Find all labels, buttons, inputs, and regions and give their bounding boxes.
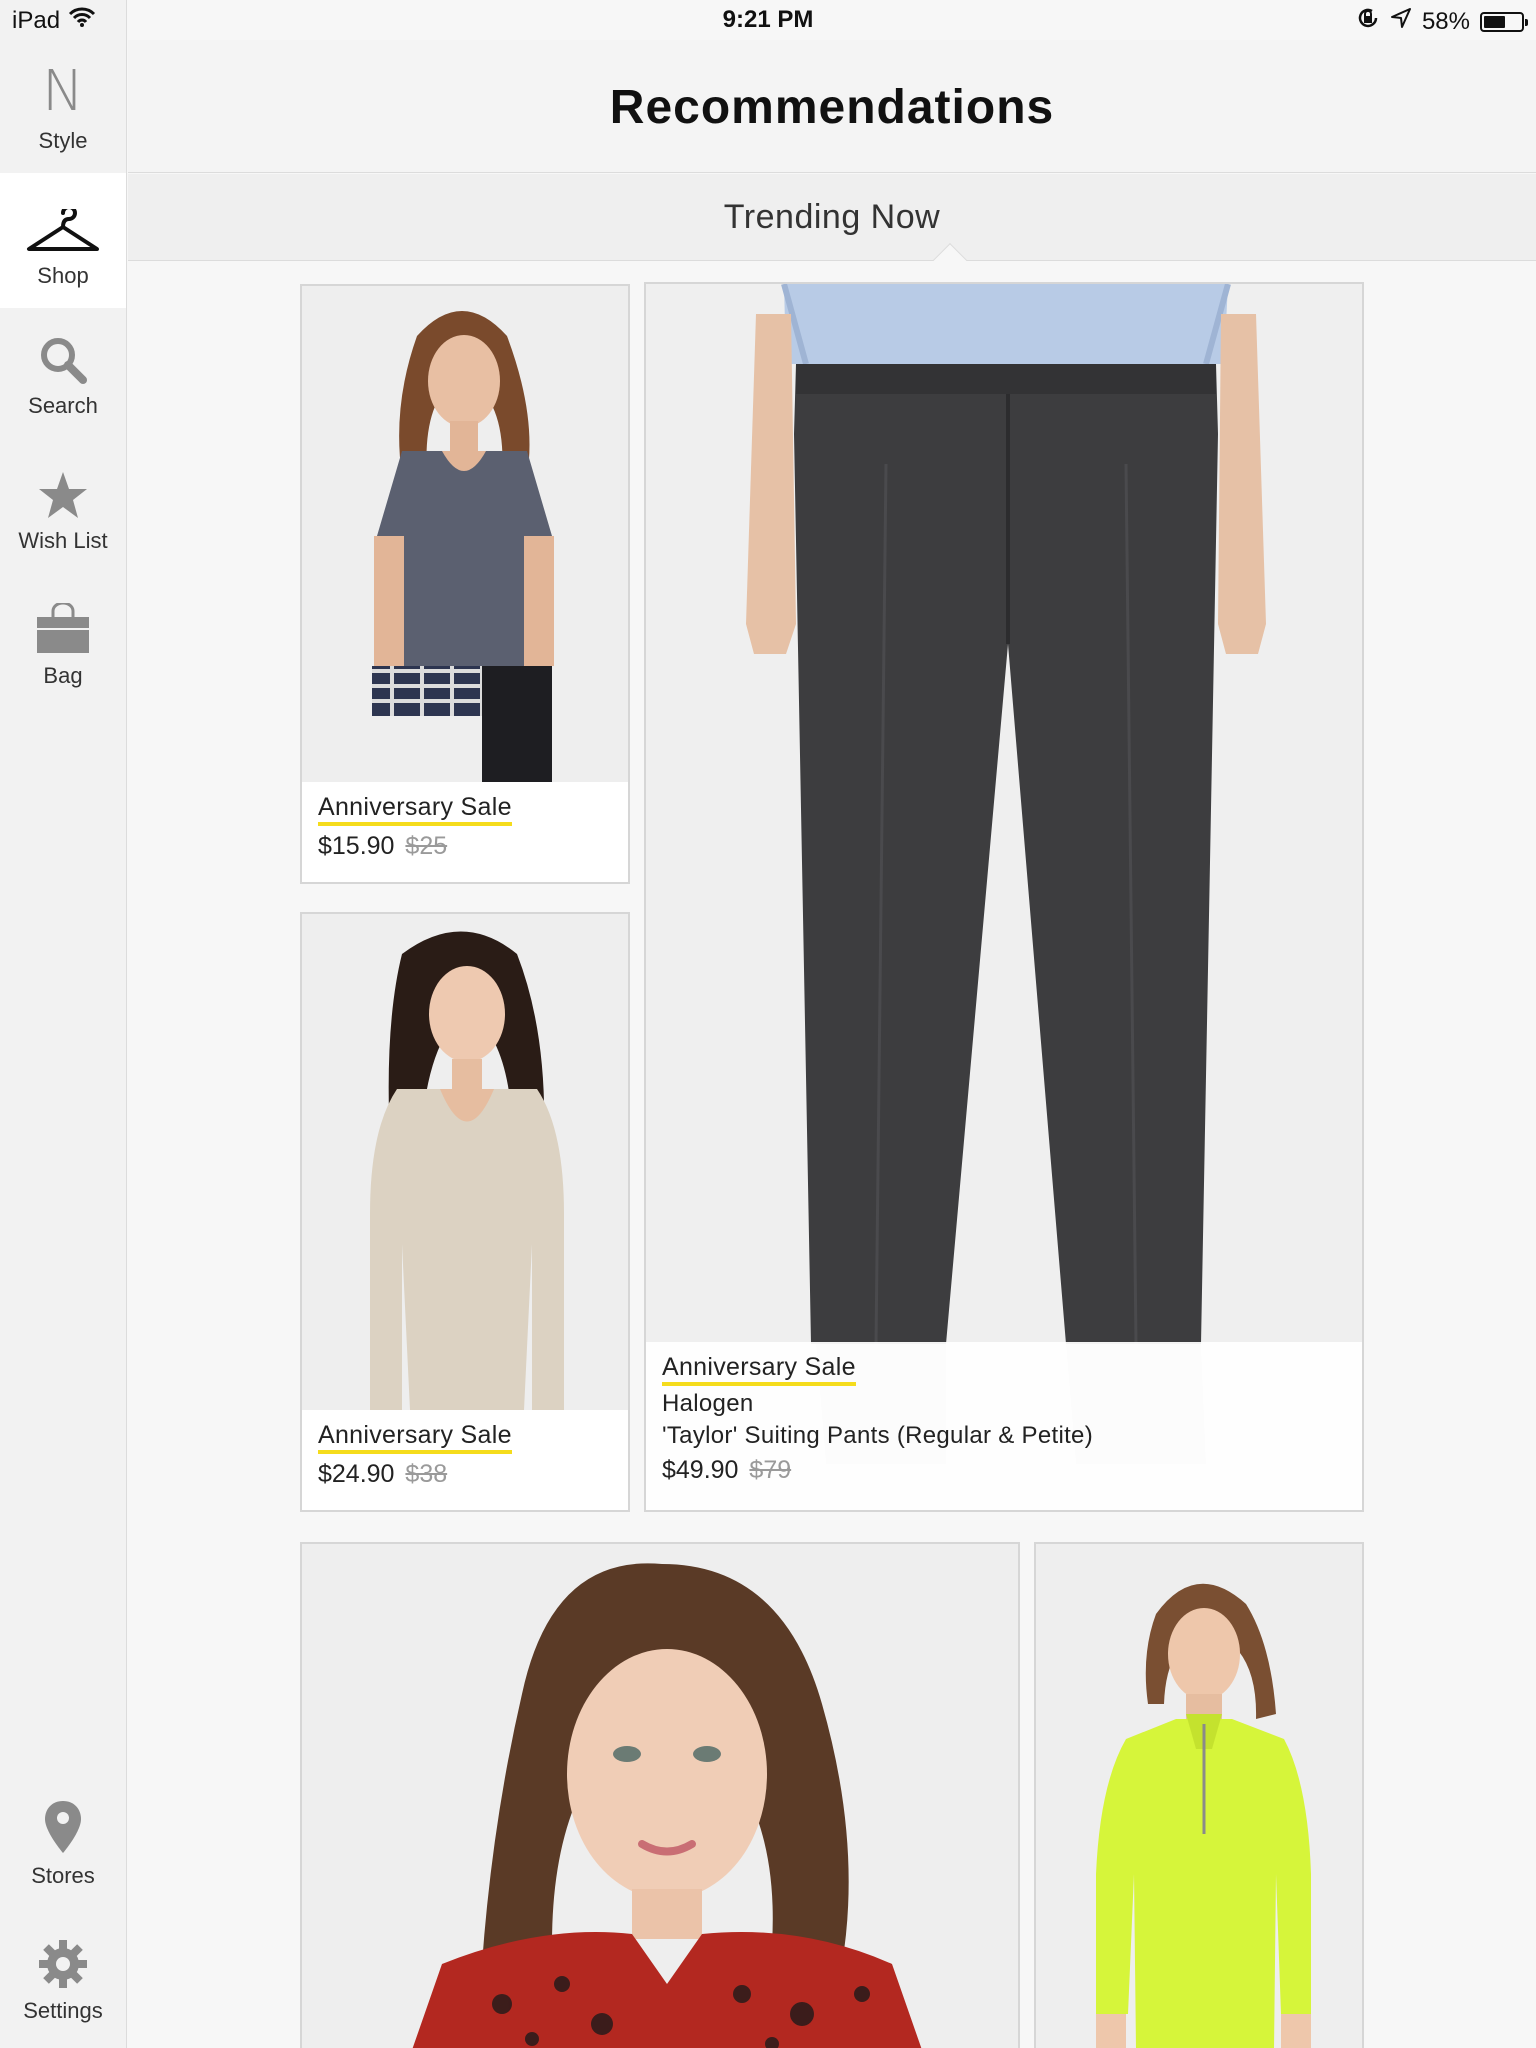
sidebar-item-bag[interactable]: Bag — [0, 595, 126, 707]
original-price: $38 — [405, 1460, 448, 1488]
product-brand: Halogen — [662, 1390, 754, 1417]
sidebar-item-search[interactable]: Search — [0, 325, 126, 437]
sidebar-item-settings[interactable]: Settings — [0, 1930, 126, 2042]
product-image — [646, 284, 1362, 1510]
sidebar-item-wish-list[interactable]: Wish List — [0, 460, 126, 572]
bag-icon — [35, 595, 91, 655]
sidebar-item-label: Bag — [43, 663, 83, 688]
product-image — [302, 914, 628, 1410]
status-bar: iPad 9:21 PM 58% — [0, 0, 1536, 40]
sidebar-item-label: Search — [28, 393, 98, 418]
product-card[interactable]: Anniversary Sale $15.90 $25 — [300, 284, 630, 884]
product-name: 'Taylor' Suiting Pants (Regular & Petite… — [662, 1422, 1093, 1449]
page-title: Recommendations — [609, 81, 1055, 134]
page-header: Recommendations — [128, 40, 1536, 173]
price: $15.90 $25 — [318, 832, 612, 861]
sidebar-item-stores[interactable]: Stores — [0, 1795, 126, 1907]
section-indicator — [933, 243, 967, 277]
location-arrow-icon — [1390, 7, 1412, 36]
product-card[interactable]: Anniversary Sale $24.90 $38 — [300, 912, 630, 1512]
hanger-icon — [26, 195, 100, 255]
product-info: Anniversary Sale Halogen 'Taylor' Suitin… — [646, 1342, 1362, 1510]
current-price: $49.90 — [662, 1456, 739, 1484]
sale-label: Anniversary Sale — [318, 1420, 512, 1454]
product-card[interactable] — [300, 1542, 1020, 2048]
product-image — [1036, 1544, 1362, 2048]
sidebar-item-style[interactable]: N Style — [0, 60, 126, 172]
product-card[interactable]: Anniversary Sale Halogen 'Taylor' Suitin… — [644, 282, 1364, 1512]
sidebar-item-shop[interactable]: Shop — [0, 173, 126, 308]
sidebar-item-label: Style — [38, 128, 88, 153]
sidebar-item-label: Stores — [31, 1863, 95, 1888]
current-price: $24.90 — [318, 1460, 395, 1488]
gear-icon — [37, 1930, 89, 1990]
sidebar-item-label: Settings — [23, 1998, 103, 2023]
section-title: Trending Now — [723, 198, 941, 236]
sidebar-nav: N Style Shop Search Wish List Bag Stores… — [0, 0, 127, 2048]
star-icon — [37, 460, 89, 520]
original-price: $79 — [749, 1456, 792, 1484]
nordstrom-n-icon: N — [42, 59, 84, 124]
sale-label: Anniversary Sale — [318, 792, 512, 826]
price: $24.90 $38 — [318, 1460, 612, 1489]
price: $49.90 $79 — [662, 1456, 1346, 1485]
sidebar-item-label: Shop — [37, 263, 89, 288]
map-pin-icon — [43, 1795, 83, 1855]
sale-label: Anniversary Sale — [662, 1352, 856, 1386]
product-card[interactable] — [1034, 1542, 1364, 2048]
product-image — [302, 1544, 1018, 2048]
product-info: Anniversary Sale $15.90 $25 — [302, 782, 628, 882]
original-price: $25 — [405, 832, 448, 860]
battery-percent: 58% — [1421, 7, 1470, 35]
sidebar-item-label: Wish List — [18, 528, 108, 553]
battery-icon — [1480, 11, 1528, 32]
section-header: Trending Now — [128, 174, 1536, 277]
product-info: Anniversary Sale $24.90 $38 — [302, 1410, 628, 1510]
rotation-lock-icon — [1356, 6, 1380, 37]
product-image — [302, 286, 628, 782]
clock: 9:21 PM — [722, 6, 814, 33]
current-price: $15.90 — [318, 832, 395, 860]
search-icon — [38, 325, 88, 385]
